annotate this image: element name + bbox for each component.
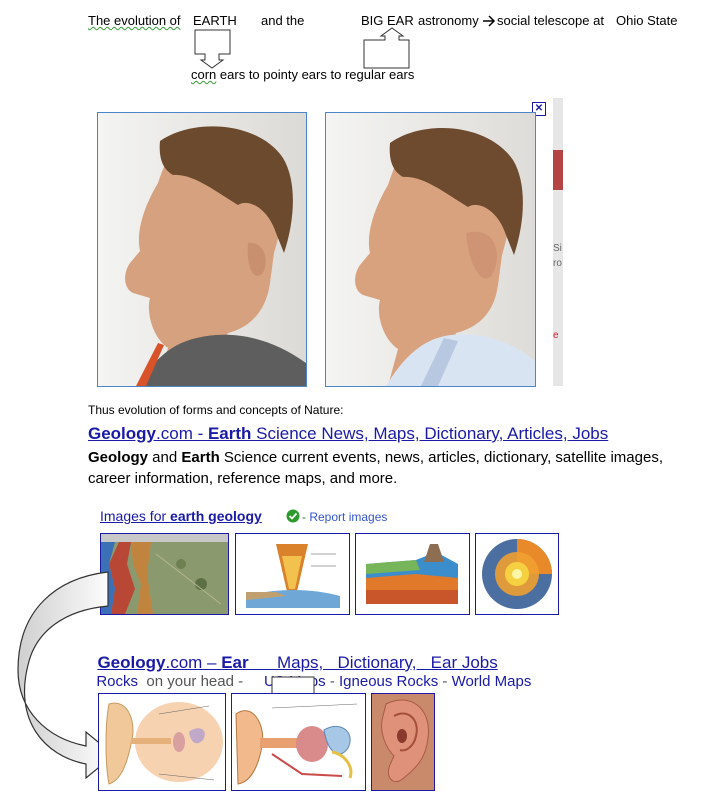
profile-photo-2 (325, 112, 536, 387)
link-world-maps[interactable]: World Maps (452, 673, 532, 690)
text-corn: corn (191, 67, 217, 82)
desc-and: and (148, 449, 182, 466)
desc-rest: Science current events, news, articles, … (219, 449, 663, 466)
text-ohio-state: Ohio State (616, 13, 678, 28)
thumbnail-ear-anatomy-1[interactable] (98, 693, 226, 791)
right-arrow-icon (483, 15, 496, 27)
thumbnail-geology-cross-section[interactable] (355, 533, 470, 615)
images-for-link[interactable]: Images for earth geology (100, 508, 262, 524)
images-for-header: Images for earth geology (100, 508, 262, 524)
sep-2: - (438, 673, 452, 690)
text-to-regular-ears: to regular ears (330, 67, 415, 82)
down-arrow-callout-icon (194, 29, 231, 69)
text-on-your-head: on your head (146, 673, 234, 690)
green-check-icon (286, 509, 300, 523)
link-igneous-rocks[interactable]: Igneous Rocks (339, 673, 438, 690)
text-social-telescope: social telescope at (497, 13, 604, 28)
desc-bold-geology: Geology (88, 449, 149, 466)
thumbnail-ear-anatomy-2[interactable] (231, 693, 366, 791)
header-line-1: The evolution of (88, 13, 181, 28)
images-for-query: earth geology (170, 508, 262, 524)
result-1-description: Geology and Earth Science current events… (88, 447, 663, 489)
side-text-3: e (553, 330, 559, 341)
text-and-the: and the (261, 13, 305, 28)
caption-text: Thus evolution of forms and concepts of … (88, 403, 344, 417)
images-for-prefix: Images for (100, 508, 171, 524)
result-1-title-part-4[interactable]: Science News, Maps, Dictionary, Articles… (251, 424, 608, 443)
desc-bold-earth: Earth (181, 449, 220, 466)
text-earth: EARTH (193, 13, 237, 28)
link-rocks[interactable]: Rocks (96, 673, 138, 690)
result-1-desc-line-1: Geology and Earth Science current events… (88, 447, 663, 468)
result-1-title-part-1[interactable]: Geology (88, 424, 156, 443)
report-images-group: - Report images (302, 510, 387, 524)
text-the-evolution-of: The evolution of (88, 13, 181, 28)
result-1-title-part-2[interactable]: .com - (156, 424, 208, 443)
header-line-2: corn ears to pointy ears to regular ears (191, 67, 414, 82)
result-1-title-link[interactable]: Geology.com - Earth Science News, Maps, … (88, 424, 608, 444)
side-text-2: ro (553, 258, 562, 269)
result-1-desc-line-2: career information, reference maps, and … (88, 470, 398, 487)
thumbnail-earth-layers-diagram[interactable] (235, 533, 350, 615)
profile-photo-1 (97, 112, 307, 387)
thumbnail-ear-photo[interactable] (371, 693, 435, 791)
side-text-1: Si (553, 243, 562, 254)
popup-side-panel: Si ro e (553, 98, 563, 386)
up-arrow-callout-icon (363, 27, 410, 69)
thumbnail-satellite-map[interactable] (100, 533, 229, 615)
thumbnail-earth-core[interactable] (475, 533, 559, 615)
result-1-title-part-3[interactable]: Earth (208, 424, 251, 443)
text-ears-to-pointy: ears to pointy ears (219, 67, 327, 82)
report-images-link[interactable]: Report images (309, 510, 387, 524)
side-red-block (553, 150, 563, 190)
text-astronomy: astronomy (418, 13, 479, 28)
sep-1: - (325, 673, 339, 690)
